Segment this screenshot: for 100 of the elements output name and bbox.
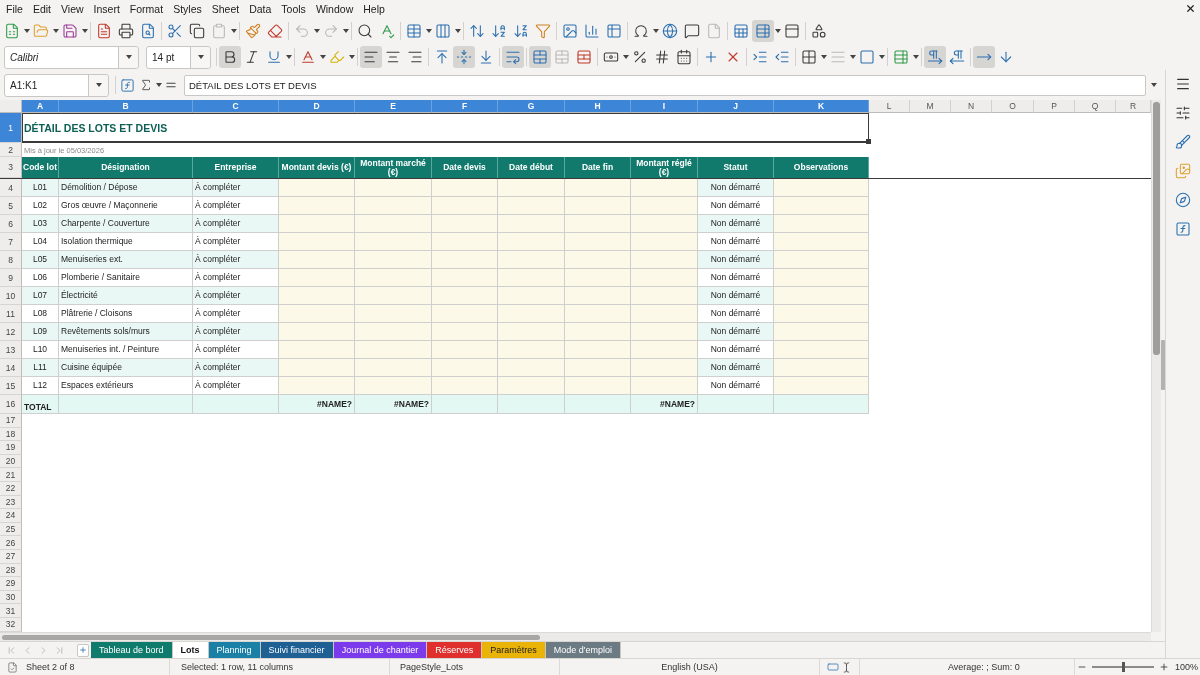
caret-down-icon[interactable] xyxy=(878,55,885,59)
row-header[interactable]: 5 xyxy=(0,197,22,215)
fill-handle[interactable] xyxy=(866,139,871,144)
sheet-tab[interactable]: Tableau de bord xyxy=(91,642,173,658)
row-header[interactable]: 1 xyxy=(0,113,22,143)
column-header[interactable]: R xyxy=(1116,100,1151,113)
table-cell: Charpente / Couverture xyxy=(59,215,193,233)
row-header[interactable]: 7 xyxy=(0,233,22,251)
column-header[interactable]: P xyxy=(1034,100,1075,113)
row-header[interactable]: 21 xyxy=(0,468,22,482)
row-header[interactable]: 10 xyxy=(0,287,22,305)
caret-down-icon[interactable] xyxy=(81,28,88,33)
menu-item[interactable]: Insert xyxy=(88,2,125,15)
row-header[interactable]: 6 xyxy=(0,215,22,233)
menu-item[interactable]: Tools xyxy=(276,2,311,15)
row-header[interactable]: 11 xyxy=(0,305,22,323)
scrollbar-thumb[interactable] xyxy=(1153,102,1160,355)
formula-input[interactable]: DÉTAIL DES LOTS ET DEVIS xyxy=(184,74,1146,96)
row-header[interactable]: 31 xyxy=(0,604,22,618)
sheet-tab[interactable]: Suivi financier xyxy=(260,642,334,658)
column-header[interactable]: O xyxy=(992,100,1034,113)
caret-down-icon[interactable] xyxy=(95,83,102,87)
sheet-tab[interactable]: Paramètres xyxy=(482,642,546,658)
column-header[interactable]: C xyxy=(193,100,279,113)
row-header[interactable]: 26 xyxy=(0,536,22,550)
caret-down-icon[interactable] xyxy=(52,28,59,33)
column-header[interactable]: H xyxy=(565,100,631,113)
vertical-scrollbar[interactable] xyxy=(1151,100,1161,632)
font-name-field[interactable]: Calibri xyxy=(4,45,139,69)
caret-down-icon[interactable] xyxy=(1150,83,1157,87)
menu-item[interactable]: Edit xyxy=(27,2,56,15)
function-wizard-button[interactable] xyxy=(120,77,135,93)
column-header[interactable]: G xyxy=(498,100,565,113)
row-header[interactable]: 3 xyxy=(0,157,22,178)
name-box[interactable]: A1:K1 xyxy=(4,73,109,97)
column-header[interactable]: M xyxy=(910,100,951,113)
column-header[interactable]: Q xyxy=(1075,100,1116,113)
row-header[interactable]: 4 xyxy=(0,179,22,197)
sheet-tab[interactable]: Planning xyxy=(208,642,261,658)
column-header[interactable]: B xyxy=(59,100,193,113)
row-header[interactable]: 15 xyxy=(0,377,22,395)
row-header[interactable]: 12 xyxy=(0,323,22,341)
menu-item[interactable]: Help xyxy=(358,2,390,15)
caret-down-icon[interactable] xyxy=(425,28,432,33)
column-header[interactable]: L xyxy=(869,100,910,113)
scrollbar-thumb[interactable] xyxy=(2,635,540,640)
column-header[interactable]: N xyxy=(951,100,992,113)
zoom-in-icon[interactable] xyxy=(1159,662,1169,672)
sheet-tab[interactable]: Lots xyxy=(172,642,209,658)
caret-down-icon[interactable] xyxy=(820,55,827,59)
column-header[interactable]: J xyxy=(698,100,774,113)
column-header[interactable]: I xyxy=(631,100,698,113)
dropdown-button[interactable] xyxy=(88,74,108,96)
menu-item[interactable]: Styles xyxy=(168,2,207,15)
menu-item[interactable]: File xyxy=(1,2,28,15)
row-header[interactable]: 8 xyxy=(0,251,22,269)
column-header[interactable]: E xyxy=(355,100,432,113)
add-sheet-button[interactable] xyxy=(77,643,89,657)
font-size-field[interactable]: 14 pt xyxy=(146,45,211,69)
row-header[interactable]: 9 xyxy=(0,269,22,287)
menu-item[interactable]: Format xyxy=(124,2,169,15)
menu-item[interactable]: View xyxy=(56,2,89,15)
caret-down-icon[interactable] xyxy=(622,55,629,59)
caret-down-icon[interactable] xyxy=(774,28,781,33)
column-header[interactable]: A xyxy=(22,100,59,113)
sidebar-collapse-handle[interactable] xyxy=(1161,340,1165,390)
caret-down-icon[interactable] xyxy=(197,55,204,59)
column-header[interactable]: F xyxy=(432,100,498,113)
menu-item[interactable]: Sheet xyxy=(206,2,245,15)
caret-down-icon[interactable] xyxy=(125,55,132,59)
slider-thumb[interactable] xyxy=(1122,662,1125,672)
sheet-tab[interactable]: Journal de chantier xyxy=(333,642,428,658)
column-header[interactable]: D xyxy=(279,100,355,113)
row-header[interactable]: 13 xyxy=(0,341,22,359)
menu-item[interactable]: Window xyxy=(310,2,359,15)
sum-button[interactable] xyxy=(139,78,153,92)
caret-down-icon[interactable] xyxy=(285,55,292,59)
row-header[interactable]: 19 xyxy=(0,441,22,455)
dropdown-button[interactable] xyxy=(118,46,138,68)
menu-item[interactable]: Data xyxy=(244,2,277,15)
row-header[interactable]: 14 xyxy=(0,359,22,377)
sheet-tab[interactable]: Réserves xyxy=(427,642,483,658)
horizontal-scrollbar[interactable] xyxy=(0,632,1151,641)
caret-down-icon[interactable] xyxy=(652,28,659,33)
dropdown-button[interactable] xyxy=(190,46,210,68)
caret-down-icon[interactable] xyxy=(454,28,461,33)
caret-down-icon[interactable] xyxy=(319,55,326,59)
caret-down-icon[interactable] xyxy=(23,28,30,33)
row-header[interactable]: 29 xyxy=(0,577,22,591)
column-header[interactable]: K xyxy=(774,100,869,113)
row-header[interactable]: 17 xyxy=(0,414,22,428)
sheet-tab[interactable]: Mode d'emploi xyxy=(545,642,621,658)
close-button[interactable] xyxy=(1185,3,1196,14)
row-header[interactable]: 24 xyxy=(0,509,22,523)
caret-down-icon[interactable] xyxy=(348,55,355,59)
row-header[interactable]: 16 xyxy=(0,395,22,414)
caret-down-icon[interactable] xyxy=(912,55,919,59)
row-header[interactable]: 2 xyxy=(0,143,22,157)
caret-down-icon[interactable] xyxy=(155,83,162,87)
cell-selection[interactable]: DÉTAIL DES LOTS ET DEVIS xyxy=(22,113,869,143)
